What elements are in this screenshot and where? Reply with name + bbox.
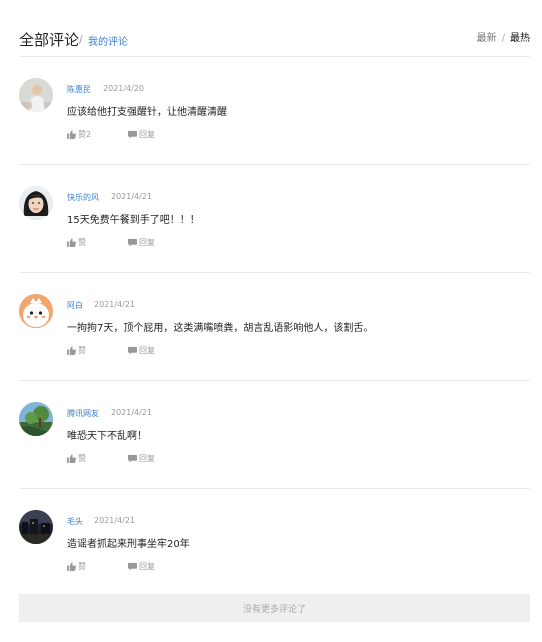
thumbs-up-icon	[67, 454, 76, 463]
comment-date: 2021/4/21	[111, 408, 153, 417]
sort-divider: /	[501, 33, 505, 44]
like-label: 赞2	[78, 130, 92, 139]
comment-date: 2021/4/21	[111, 192, 153, 201]
like-button[interactable]: 赞	[67, 237, 86, 248]
reply-button[interactable]: 回复	[128, 129, 155, 140]
like-label: 赞	[78, 454, 86, 463]
sort-switch: 最新 / 最热	[477, 29, 530, 44]
speech-bubble-icon	[128, 562, 137, 571]
my-comments-link[interactable]: 我的评论	[88, 33, 128, 48]
comment-item: 快乐的风 2021/4/21 15天免费午餐到手了吧！！！ 赞 回复	[19, 164, 530, 273]
reply-button[interactable]: 回复	[128, 345, 155, 356]
speech-bubble-icon	[128, 238, 137, 247]
all-comments-title: 全部评论	[19, 31, 80, 49]
speech-bubble-icon	[128, 346, 137, 355]
reply-label: 回复	[139, 562, 155, 571]
comments-header: 全部评论 / 我的评论 最新 / 最热	[19, 0, 530, 57]
comment-date: 2021/4/21	[94, 516, 136, 525]
reply-label: 回复	[139, 346, 155, 355]
like-button[interactable]: 赞2	[67, 129, 91, 140]
comment-item: 陈惠民 2021/4/20 应该给他打支强醒针，让他清醒清醒 赞2 回复	[19, 56, 530, 165]
thumbs-up-icon	[67, 562, 76, 571]
woman-photo-avatar-icon[interactable]	[19, 186, 53, 220]
cartoon-chick-avatar-icon[interactable]	[19, 294, 53, 328]
comment-item: 阿白 2021/4/21 一拘拘7天，顶个屁用，这类满嘴喷粪，胡言乱语影响他人，…	[19, 272, 530, 381]
no-more-comments-bar: 没有更多评论了	[19, 594, 530, 622]
thumbs-up-icon	[67, 130, 76, 139]
like-label: 赞	[78, 346, 86, 355]
like-button[interactable]: 赞	[67, 345, 86, 356]
night-scene-avatar-icon[interactable]	[19, 510, 53, 544]
comment-date: 2021/4/21	[94, 300, 136, 309]
person-photo-avatar-icon[interactable]	[19, 78, 53, 112]
speech-bubble-icon	[128, 130, 137, 139]
comment-section: 全部评论 / 我的评论 最新 / 最热 陈惠民 2021/4/20 应该给他打支强醒…	[0, 0, 542, 642]
comment-date: 2021/4/20	[103, 84, 145, 93]
reply-button[interactable]: 回复	[128, 453, 155, 464]
comment-text: 15天免费午餐到手了吧！！！	[67, 215, 200, 226]
comment-text: 唯恐天下不乱啊！	[67, 431, 147, 442]
like-label: 赞	[78, 562, 86, 571]
landscape-photo-avatar-icon[interactable]	[19, 402, 53, 436]
like-label: 赞	[78, 238, 86, 247]
thumbs-up-icon	[67, 346, 76, 355]
comment-text: 应该给他打支强醒针，让他清醒清醒	[67, 107, 227, 118]
reply-button[interactable]: 回复	[128, 237, 155, 248]
reply-label: 回复	[139, 238, 155, 247]
comment-username[interactable]: 陈惠民	[67, 84, 91, 95]
comment-text: 一拘拘7天，顶个屁用，这类满嘴喷粪，胡言乱语影响他人，该割舌。	[67, 323, 374, 334]
reply-button[interactable]: 回复	[128, 561, 155, 572]
comment-username[interactable]: 毛头	[67, 516, 83, 527]
thumbs-up-icon	[67, 238, 76, 247]
comment-username[interactable]: 阿白	[67, 300, 83, 311]
sort-newest-button[interactable]: 最新	[477, 33, 497, 44]
reply-label: 回复	[139, 454, 155, 463]
comment-item: 腾讯网友 2021/4/21 唯恐天下不乱啊！ 赞 回复	[19, 380, 530, 489]
reply-label: 回复	[139, 130, 155, 139]
like-button[interactable]: 赞	[67, 561, 86, 572]
comment-username[interactable]: 腾讯网友	[67, 408, 99, 419]
like-button[interactable]: 赞	[67, 453, 86, 464]
title-separator: /	[79, 33, 83, 46]
speech-bubble-icon	[128, 454, 137, 463]
sort-hot-button[interactable]: 最热	[510, 33, 530, 44]
comment-item: 毛头 2021/4/21 造谣者抓起来刑事坐牢20年 赞 回复	[19, 488, 530, 596]
comment-username[interactable]: 快乐的风	[67, 192, 99, 203]
comment-text: 造谣者抓起来刑事坐牢20年	[67, 539, 190, 550]
